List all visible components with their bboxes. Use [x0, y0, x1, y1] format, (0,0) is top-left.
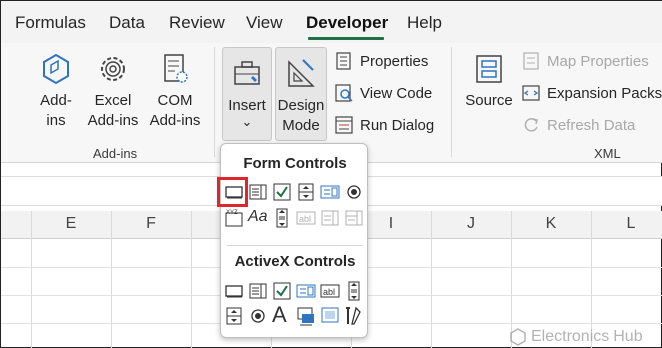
- column-header-j[interactable]: J: [431, 215, 511, 233]
- insert-button-content: Insert ⌄: [223, 48, 271, 132]
- refresh-icon: [524, 118, 538, 132]
- grid-line: [111, 211, 112, 348]
- properties-button[interactable]: Properties: [334, 51, 428, 71]
- activex-image-icon[interactable]: [296, 306, 316, 326]
- form-controls-heading: Form Controls: [243, 155, 347, 172]
- text-field-icon[interactable]: abl: [296, 208, 316, 228]
- com-add-ins-button[interactable]: COM Add-ins: [145, 43, 205, 131]
- checkbox-icon[interactable]: [272, 182, 292, 202]
- label-control-icon[interactable]: Aa: [248, 208, 268, 228]
- tab-data[interactable]: Data: [109, 13, 145, 33]
- map-properties-label: Map Properties: [547, 52, 649, 70]
- group-box-icon[interactable]: XYZ: [224, 208, 244, 228]
- design-mode-label: Design Mode: [277, 97, 325, 134]
- brand-logo-icon: [510, 328, 526, 346]
- ribbon-tab-bar: Formulas Data Review View Developer Help: [1, 1, 662, 43]
- refresh-data-label: Refresh Data: [547, 116, 636, 134]
- column-header-e[interactable]: E: [31, 215, 111, 233]
- grid-line: [431, 211, 432, 348]
- combo-box-icon[interactable]: [248, 182, 268, 202]
- add-ins-button[interactable]: Add- ins: [31, 43, 81, 131]
- insert-controls-button[interactable]: Insert ⌄: [222, 47, 272, 141]
- run-dialog-label: Run Dialog: [360, 116, 435, 134]
- group-box-text: XYZ: [226, 210, 238, 216]
- more-controls-tools-icon[interactable]: [344, 306, 364, 326]
- refresh-data-button[interactable]: Refresh Data: [521, 115, 635, 135]
- grid-line: [31, 211, 32, 348]
- map-properties-button[interactable]: Map Properties: [521, 51, 649, 71]
- tab-developer[interactable]: Developer: [306, 13, 388, 33]
- brand-watermark: Electronics Hub: [509, 328, 643, 346]
- design-mode-content: Design Mode: [276, 48, 326, 136]
- expansion-packs-button[interactable]: Expansion Packs: [521, 83, 662, 103]
- scroll-bar-icon[interactable]: [272, 208, 292, 228]
- grid-line: [191, 211, 192, 348]
- group-divider: [451, 47, 452, 157]
- expansion-packs-icon: [522, 85, 540, 101]
- tab-view[interactable]: View: [246, 13, 283, 33]
- excel-add-ins-label: Excel Add-ins: [87, 92, 139, 129]
- source-label: Source: [465, 92, 513, 109]
- option-button-icon[interactable]: [344, 182, 364, 202]
- column-header-f[interactable]: F: [111, 215, 191, 233]
- activex-option-button-icon[interactable]: [248, 306, 268, 326]
- add-ins-label: Add- ins: [40, 92, 72, 129]
- column-header-l[interactable]: L: [591, 215, 662, 233]
- brand-name: Electronics: [531, 328, 610, 345]
- toolbox-icon: [234, 61, 260, 85]
- menu-divider: [227, 245, 363, 246]
- chevron-down-icon: ⌄: [241, 114, 253, 129]
- run-dialog-button[interactable]: Run Dialog: [334, 115, 434, 135]
- button-control-highlight: [217, 177, 248, 207]
- tab-help[interactable]: Help: [407, 13, 442, 33]
- tab-formulas[interactable]: Formulas: [15, 13, 86, 33]
- activex-spin-button-icon[interactable]: [224, 306, 244, 326]
- activex-toggle-button-icon[interactable]: [320, 306, 340, 326]
- view-code-label: View Code: [360, 84, 433, 102]
- activex-label-icon[interactable]: A: [272, 302, 292, 327]
- properties-label: Properties: [360, 52, 429, 70]
- add-ins-group-label: Add-ins: [93, 146, 138, 161]
- spin-button-icon[interactable]: [296, 182, 316, 202]
- list-box-icon[interactable]: [320, 182, 340, 202]
- run-dialog-icon: [335, 116, 353, 134]
- activex-text-box-text: abl: [323, 287, 335, 297]
- com-add-ins-icon: [164, 54, 188, 83]
- insert-controls-menu: Form Controls ActiveX Controls XYZ Aa ab…: [220, 143, 368, 338]
- combo-list-edit-icon[interactable]: [320, 208, 340, 228]
- activex-combo-box-icon[interactable]: [248, 281, 268, 301]
- text-field-text: abl: [299, 214, 311, 224]
- add-ins-icon: [43, 53, 69, 85]
- expansion-packs-label: Expansion Packs: [547, 84, 662, 102]
- com-add-ins-label: COM Add-ins: [149, 92, 201, 129]
- xml-group-label: XML: [594, 146, 621, 161]
- activex-scroll-bar-icon[interactable]: [344, 281, 364, 301]
- tab-review[interactable]: Review: [169, 13, 225, 33]
- activex-command-button-icon[interactable]: [224, 281, 244, 301]
- activex-text-box-icon[interactable]: abl: [320, 281, 340, 301]
- group-divider: [214, 47, 215, 157]
- source-button[interactable]: Source: [464, 43, 514, 111]
- xml-source-icon: [476, 55, 502, 83]
- properties-icon: [336, 52, 351, 70]
- column-header-k[interactable]: K: [511, 215, 591, 233]
- activex-list-box-icon[interactable]: [296, 281, 316, 301]
- excel-add-ins-button[interactable]: Excel Add-ins: [83, 43, 143, 131]
- view-code-icon: [335, 84, 353, 102]
- design-mode-button[interactable]: Design Mode: [275, 47, 327, 141]
- combo-drop-down-edit-icon[interactable]: [344, 208, 364, 228]
- gear-icon: [101, 57, 125, 81]
- activex-controls-heading: ActiveX Controls: [234, 253, 356, 270]
- view-code-button[interactable]: View Code: [334, 83, 432, 103]
- map-properties-icon: [523, 52, 539, 70]
- brand-name-suffix: Hub: [613, 328, 643, 345]
- active-tab-indicator: [308, 37, 384, 40]
- triangle-ruler-icon: [288, 59, 315, 87]
- activex-checkbox-icon[interactable]: [272, 281, 292, 301]
